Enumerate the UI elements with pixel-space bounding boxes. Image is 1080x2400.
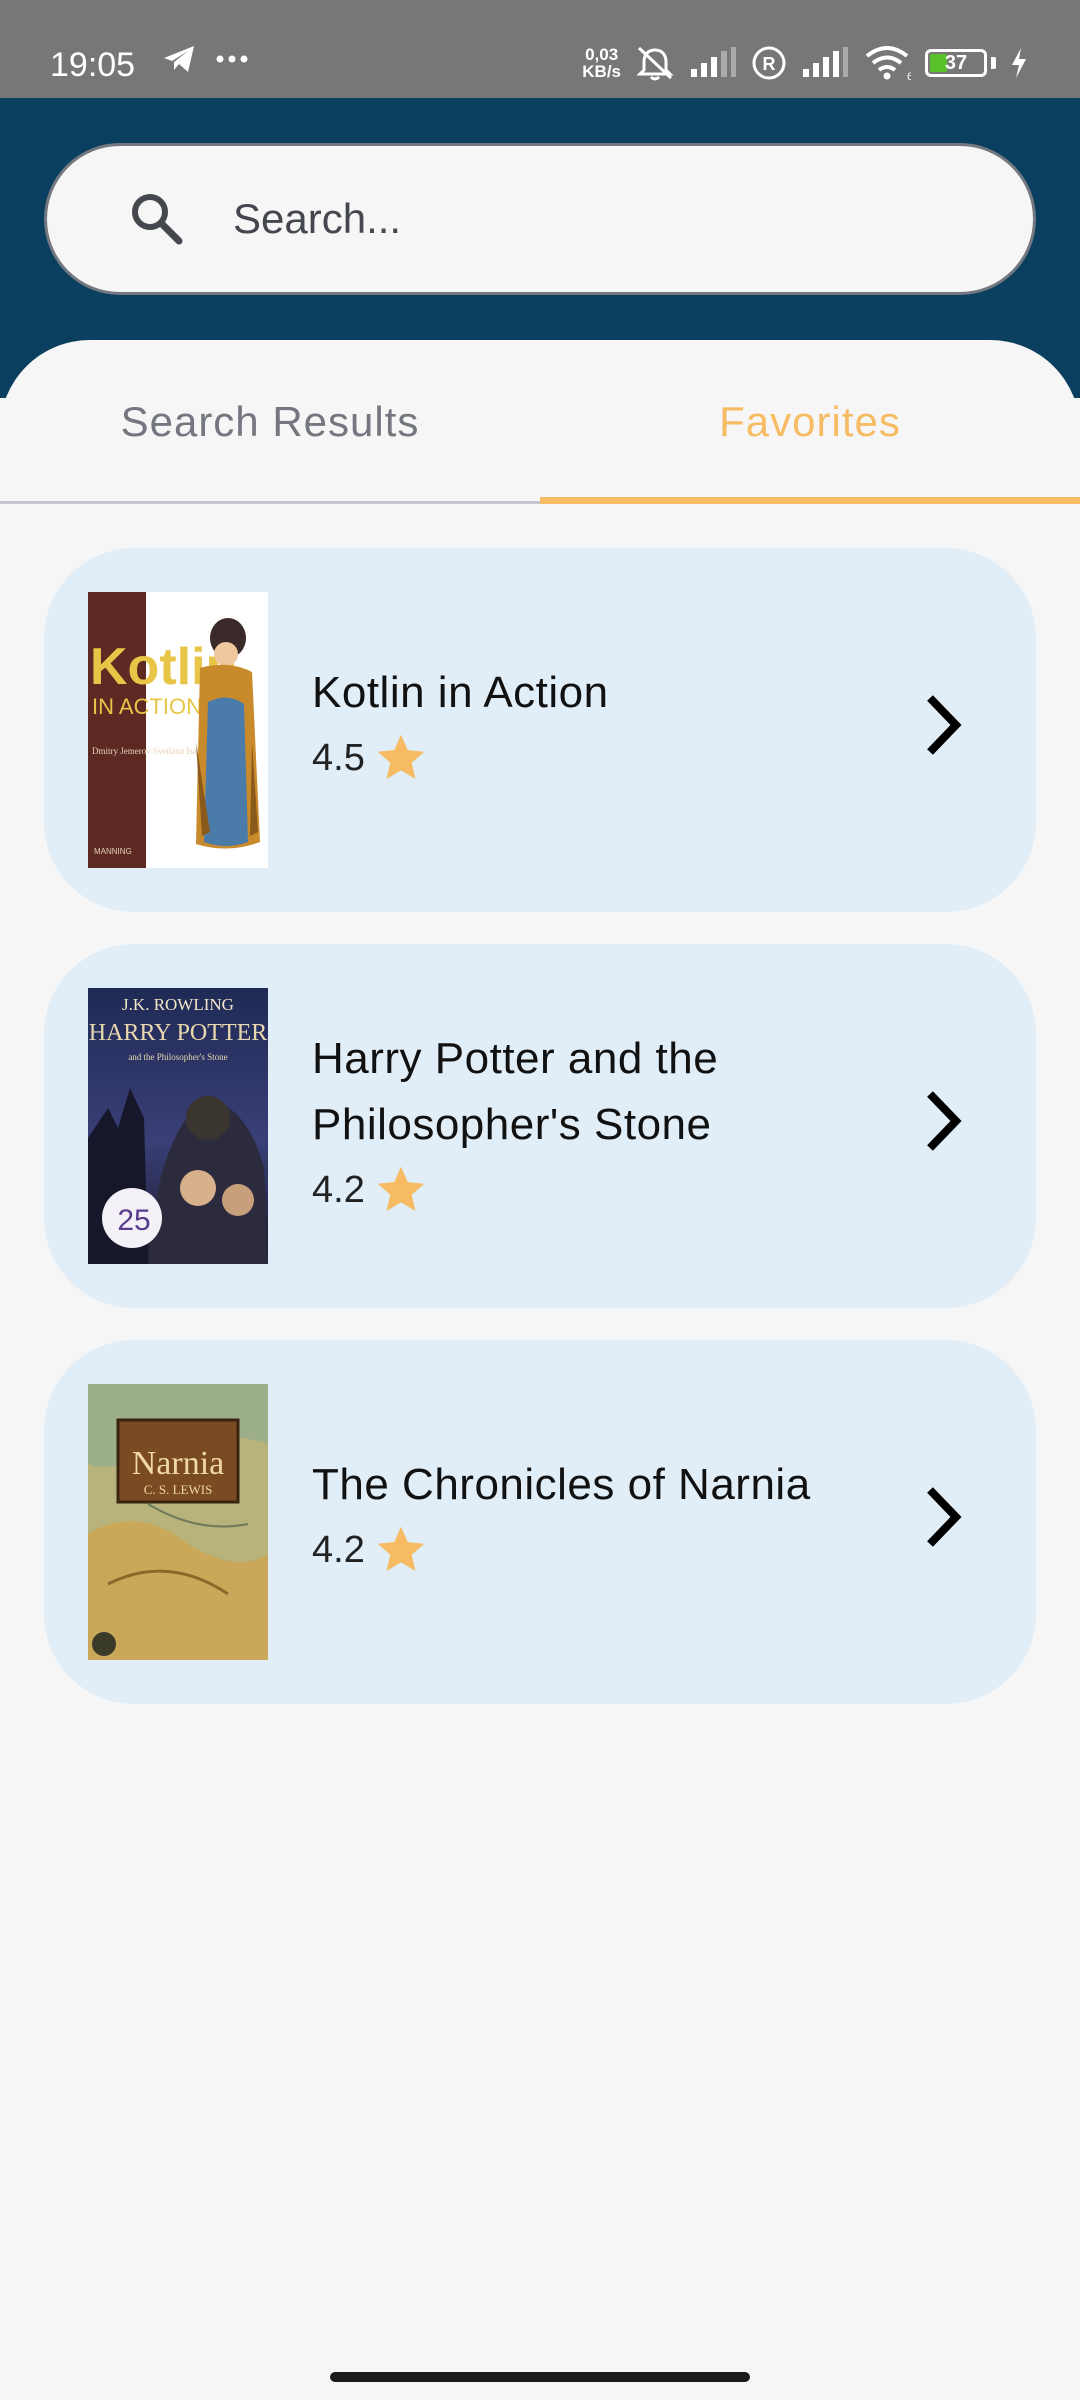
net-speed-value: 0,03 <box>585 45 619 64</box>
book-info-harry-potter: Harry Potter and the Philosopher's Stone… <box>312 1026 912 1218</box>
search-icon <box>132 194 183 245</box>
signal-icon <box>691 47 736 77</box>
book-card-narnia[interactable]: Narnia C. S. LEWIS The Chronicles of Nar… <box>44 1340 1036 1704</box>
hp-cover-subtitle: and the Philosopher's Stone <box>128 1052 227 1062</box>
tab-search-results[interactable]: Search Results <box>0 340 540 504</box>
hp-cover-author: J.K. ROWLING <box>122 995 234 1014</box>
kotlin-cover-authors: Dmitry Jemerov Svetlana Isakova <box>92 746 214 756</box>
tab-indicator <box>540 497 1080 504</box>
rating-row: 4.2 <box>312 1162 912 1218</box>
rating-row: 4.2 <box>312 1522 912 1578</box>
status-time: 19:05 <box>50 46 136 84</box>
roaming-icon: R <box>752 46 786 80</box>
battery-level: 37 <box>944 51 968 74</box>
book-rating: 4.2 <box>312 1528 365 1571</box>
book-card-kotlin[interactable]: Kotlin IN ACTION Dmitry Jemerov Svetlana… <box>44 548 1036 912</box>
net-speed-unit: KB/s <box>582 62 621 81</box>
rating-row: 4.5 <box>312 730 912 786</box>
status-left-icons <box>162 44 248 74</box>
book-cover-harry-potter: J.K. ROWLING HARRY POTTER and the Philos… <box>88 988 268 1264</box>
svg-text:6: 6 <box>907 71 911 82</box>
kotlin-cover-subtitle: IN ACTION <box>92 694 202 719</box>
tab-favorites[interactable]: Favorites <box>540 340 1080 504</box>
book-title: Harry Potter and the Philosopher's Stone <box>312 1034 719 1149</box>
book-card-harry-potter[interactable]: J.K. ROWLING HARRY POTTER and the Philos… <box>44 944 1036 1308</box>
battery-icon: 37 <box>925 49 987 77</box>
hp-cover-title: HARRY POTTER <box>89 1020 267 1046</box>
star-icon <box>377 734 425 779</box>
search-bar[interactable] <box>44 143 1036 295</box>
book-rating: 4.2 <box>312 1168 365 1211</box>
hp-cover-badge: 25 <box>117 1204 150 1237</box>
book-cover-kotlin: Kotlin IN ACTION Dmitry Jemerov Svetlana… <box>88 592 268 868</box>
signal-icon <box>803 47 848 77</box>
telegram-icon <box>164 46 194 72</box>
chevron-right-icon[interactable] <box>922 1482 966 1552</box>
alarm-off-icon <box>636 46 674 81</box>
status-right-icons: 0,03 KB/s R 6 37 <box>582 44 1028 82</box>
svg-text:R: R <box>763 54 776 74</box>
wifi-icon: 6 <box>865 46 911 82</box>
chevron-right-icon[interactable] <box>922 690 966 760</box>
narnia-cover-author: C. S. LEWIS <box>144 1482 213 1497</box>
book-info-kotlin: Kotlin in Action 4.5 <box>312 660 912 786</box>
status-bar: 19:05 0,03 KB/s R 6 37 <box>0 0 1080 98</box>
narnia-cover-title: Narnia <box>132 1445 225 1482</box>
charging-icon <box>1012 48 1026 78</box>
gesture-nav-handle[interactable] <box>330 2372 750 2382</box>
kotlin-cover-publisher: MANNING <box>94 847 132 856</box>
kotlin-cover-image: Kotlin IN ACTION Dmitry Jemerov Svetlana… <box>88 592 268 868</box>
battery-tip <box>991 57 996 69</box>
net-speed: 0,03 KB/s <box>582 46 621 80</box>
star-icon <box>377 1166 425 1211</box>
search-input[interactable] <box>233 146 993 292</box>
star-icon <box>377 1526 425 1571</box>
narnia-cover-image: Narnia C. S. LEWIS <box>88 1384 268 1660</box>
book-title: The Chronicles of Narnia <box>312 1460 811 1509</box>
content-sheet: Search Results Favorites Kotlin IN ACTIO… <box>0 340 1080 2400</box>
book-rating: 4.5 <box>312 736 365 779</box>
more-dots-icon <box>216 55 248 63</box>
book-info-narnia: The Chronicles of Narnia 4.2 <box>312 1452 912 1578</box>
chevron-right-icon[interactable] <box>922 1086 966 1156</box>
tab-bar: Search Results Favorites <box>0 340 1080 504</box>
book-title: Kotlin in Action <box>312 668 609 717</box>
harry-potter-cover-image: J.K. ROWLING HARRY POTTER and the Philos… <box>88 988 268 1264</box>
book-cover-narnia: Narnia C. S. LEWIS <box>88 1384 268 1660</box>
